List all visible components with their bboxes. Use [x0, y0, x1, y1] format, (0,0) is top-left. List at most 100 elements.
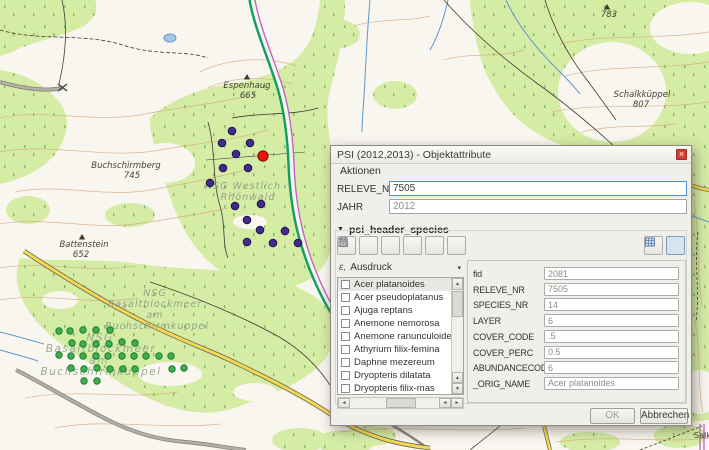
survey-point-green[interactable]: [80, 341, 86, 347]
spin-up-button[interactable]: ▲: [452, 372, 463, 383]
attribute-value-input[interactable]: [544, 283, 679, 296]
dialog-titlebar[interactable]: PSI (2012,2013) - Objektattribute ×: [331, 146, 691, 164]
species-row[interactable]: Dryopteris dilatata: [338, 369, 451, 382]
menu-aktionen[interactable]: Aktionen: [335, 164, 386, 178]
scroll-left-button-2[interactable]: ◄: [439, 398, 451, 408]
jahr-input[interactable]: [389, 199, 687, 214]
survey-point-purple[interactable]: [269, 239, 277, 247]
attribute-value-input[interactable]: [544, 361, 679, 374]
survey-point-green[interactable]: [105, 353, 111, 359]
scroll-left-button[interactable]: ◄: [338, 398, 350, 408]
species-row[interactable]: Dryopteris filix-mas: [338, 382, 451, 395]
survey-point-green[interactable]: [132, 340, 138, 346]
survey-point-green[interactable]: [67, 328, 73, 334]
survey-point-purple[interactable]: [246, 139, 254, 147]
survey-point-green[interactable]: [106, 341, 112, 347]
close-icon[interactable]: ×: [676, 149, 687, 160]
attribute-value-input[interactable]: [544, 330, 679, 343]
survey-point-green[interactable]: [143, 353, 149, 359]
attribute-value-input[interactable]: [544, 346, 679, 359]
species-checkbox[interactable]: [341, 280, 350, 289]
horizontal-scrollbar[interactable]: ◄ ◄ ►: [337, 397, 464, 409]
table-view-button[interactable]: [666, 236, 685, 255]
survey-point-purple[interactable]: [257, 200, 265, 208]
species-checkbox[interactable]: [341, 306, 350, 315]
survey-point-purple[interactable]: [281, 227, 289, 235]
species-row[interactable]: Daphne mezereum: [338, 356, 451, 369]
spin-down-button[interactable]: ▼: [452, 383, 463, 394]
survey-point-green[interactable]: [93, 353, 99, 359]
species-checkbox[interactable]: [341, 371, 350, 380]
survey-point-green[interactable]: [119, 353, 125, 359]
survey-point-green[interactable]: [107, 327, 113, 333]
ok-button[interactable]: OK: [590, 408, 635, 424]
horizontal-scroll-thumb[interactable]: [386, 398, 416, 408]
survey-point-green[interactable]: [81, 378, 87, 384]
species-row[interactable]: Acer platanoides: [338, 278, 451, 291]
survey-point-purple[interactable]: [243, 238, 251, 246]
scroll-up-button[interactable]: ▲: [452, 278, 463, 290]
survey-point-green[interactable]: [168, 353, 174, 359]
cancel-button[interactable]: Abbrechen: [640, 408, 688, 424]
survey-point-green[interactable]: [80, 353, 86, 359]
survey-point-purple[interactable]: [231, 202, 239, 210]
species-row[interactable]: Athyrium filix-femina: [338, 343, 451, 356]
unlink-feature-button[interactable]: [425, 236, 444, 255]
survey-point-green[interactable]: [56, 328, 62, 334]
save-edits-button[interactable]: [359, 236, 378, 255]
survey-point-green[interactable]: [81, 366, 87, 372]
attribute-value-input[interactable]: [544, 377, 679, 390]
survey-point-selected[interactable]: [258, 151, 268, 161]
species-row[interactable]: Anemone ranunculoides: [338, 330, 451, 343]
chevron-down-icon[interactable]: ▾: [457, 264, 461, 272]
survey-point-purple[interactable]: [218, 139, 226, 147]
species-row[interactable]: Acer pseudoplatanus: [338, 291, 451, 304]
survey-point-purple[interactable]: [232, 150, 240, 158]
duplicate-feature-button[interactable]: [381, 236, 400, 255]
survey-point-green[interactable]: [69, 340, 75, 346]
delete-feature-button[interactable]: [403, 236, 422, 255]
survey-point-green[interactable]: [181, 365, 187, 371]
species-checkbox[interactable]: [341, 332, 350, 341]
scroll-right-button[interactable]: ►: [451, 398, 463, 408]
survey-point-green[interactable]: [131, 353, 137, 359]
survey-point-green[interactable]: [56, 352, 62, 358]
link-feature-button[interactable]: [447, 236, 466, 255]
species-checkbox[interactable]: [341, 319, 350, 328]
survey-point-green[interactable]: [169, 366, 175, 372]
selected-survey-point[interactable]: [258, 151, 268, 161]
attribute-value-input[interactable]: [544, 298, 679, 311]
vertical-scrollbar[interactable]: ▲ ▲ ▼: [451, 278, 463, 394]
survey-point-green[interactable]: [119, 339, 125, 345]
species-checkbox[interactable]: [341, 384, 350, 393]
survey-point-green[interactable]: [68, 365, 74, 371]
survey-point-green[interactable]: [93, 341, 99, 347]
species-row[interactable]: Anemone nemorosa: [338, 317, 451, 330]
species-checkbox[interactable]: [341, 293, 350, 302]
survey-point-green[interactable]: [107, 366, 113, 372]
attribute-value-input[interactable]: [544, 267, 679, 280]
survey-point-green[interactable]: [68, 353, 74, 359]
releve-nr-input[interactable]: [389, 181, 687, 196]
attribute-value-input[interactable]: [544, 314, 679, 327]
survey-point-purple[interactable]: [206, 179, 214, 187]
vertical-scroll-thumb[interactable]: [452, 291, 463, 317]
survey-point-green[interactable]: [156, 353, 162, 359]
species-checkbox[interactable]: [341, 345, 350, 354]
survey-point-green[interactable]: [80, 327, 86, 333]
survey-point-green[interactable]: [94, 365, 100, 371]
species-checkbox[interactable]: [341, 358, 350, 367]
qgis-map-canvas[interactable]: Espenhaug665Buchschirmberg745Battenstein…: [0, 0, 709, 450]
survey-point-green[interactable]: [120, 366, 126, 372]
survey-point-green[interactable]: [94, 378, 100, 384]
survey-point-purple[interactable]: [294, 239, 302, 247]
survey-point-purple[interactable]: [256, 226, 264, 234]
species-row[interactable]: Ajuga reptans: [338, 304, 451, 317]
survey-point-purple[interactable]: [219, 164, 227, 172]
survey-point-purple[interactable]: [244, 164, 252, 172]
expression-filter-row[interactable]: ε, Ausdruck ▾: [337, 260, 464, 275]
survey-point-green[interactable]: [132, 366, 138, 372]
survey-point-green[interactable]: [93, 327, 99, 333]
survey-point-purple[interactable]: [243, 216, 251, 224]
survey-point-purple[interactable]: [228, 127, 236, 135]
